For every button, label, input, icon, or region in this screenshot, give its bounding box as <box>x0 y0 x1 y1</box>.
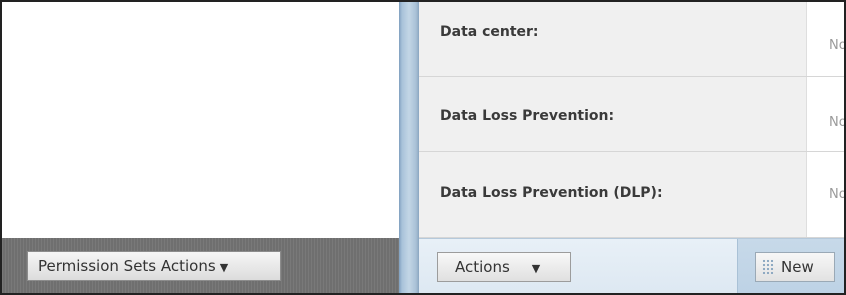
chevron-down-icon: ▼ <box>219 260 229 274</box>
chevron-down-icon: ▼ <box>531 261 541 275</box>
detail-row: Data Loss Prevention: No <box>419 77 846 152</box>
detail-label: Data center: <box>440 24 539 40</box>
detail-toolbar: Actions ▼ New <box>419 238 844 293</box>
detail-toolbar-left: Actions ▼ <box>419 239 737 293</box>
detail-panel: Data center: No Data Loss Prevention: No… <box>419 2 846 238</box>
new-label: New <box>781 258 814 276</box>
detail-label: Data Loss Prevention (DLP): <box>440 185 663 201</box>
left-panel-toolbar: Permission Sets Actions ▼ <box>2 238 399 293</box>
actions-button[interactable]: Actions ▼ <box>437 252 571 282</box>
permission-sets-actions-button[interactable]: Permission Sets Actions ▼ <box>27 251 281 281</box>
left-panel-empty-area <box>2 2 399 238</box>
detail-label: Data Loss Prevention: <box>440 108 615 124</box>
detail-toolbar-right: New <box>737 239 844 293</box>
detail-value: No <box>829 187 846 202</box>
detail-label-cell: Data Loss Prevention (DLP): <box>419 152 807 237</box>
detail-label-cell: Data center: <box>419 2 807 76</box>
actions-label: Actions <box>455 258 510 276</box>
detail-value: No <box>829 115 846 130</box>
panel-splitter[interactable] <box>399 2 419 293</box>
screenshot-frame: Permission Sets Actions ▼ Data center: N… <box>0 0 846 295</box>
drag-handle-icon <box>762 259 774 275</box>
detail-label-cell: Data Loss Prevention: <box>419 77 807 151</box>
detail-value: No <box>829 38 846 53</box>
permission-sets-actions-label: Permission Sets Actions <box>38 257 216 275</box>
detail-row: Data Loss Prevention (DLP): No <box>419 152 846 238</box>
new-button[interactable]: New <box>755 252 835 282</box>
detail-row: Data center: No <box>419 2 846 77</box>
